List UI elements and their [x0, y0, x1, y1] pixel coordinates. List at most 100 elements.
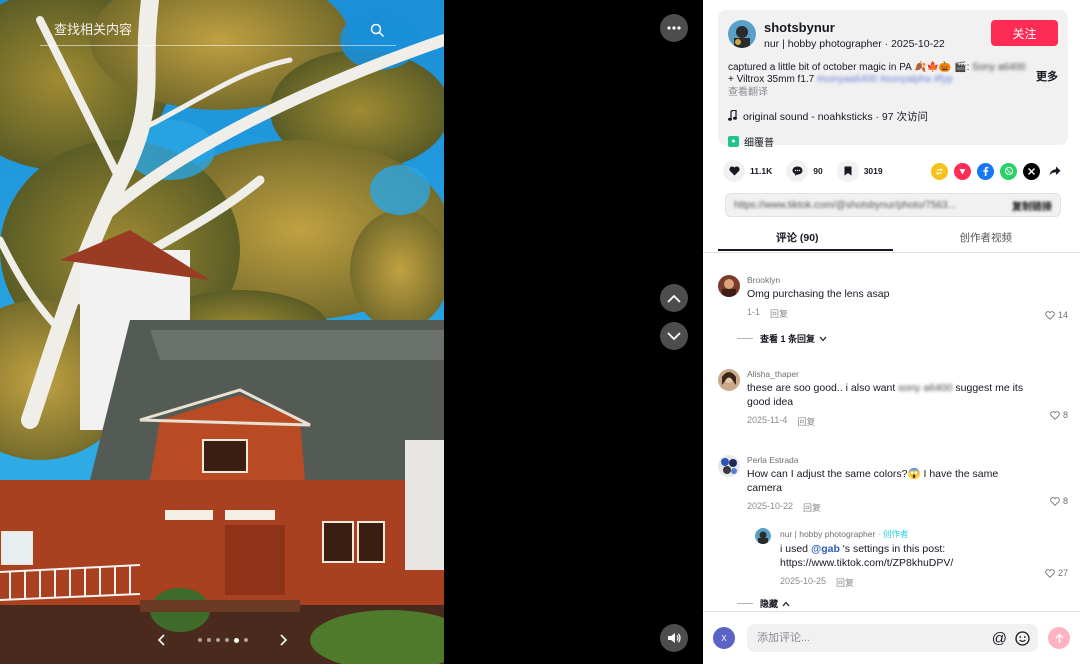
- reply-date: 2025-10-25: [780, 576, 827, 586]
- reply-button[interactable]: 回复: [797, 415, 815, 428]
- view-replies-button[interactable]: 查看 1 条回复: [737, 332, 1080, 345]
- tag-label: 细覆普: [744, 138, 774, 149]
- search-icon[interactable]: [370, 23, 384, 37]
- search-bar[interactable]: [40, 14, 396, 46]
- reply-button[interactable]: 回复: [803, 501, 821, 514]
- follow-button[interactable]: 关注: [991, 20, 1058, 46]
- comment-text: How can I adjust the same colors?😱 I hav…: [747, 468, 999, 494]
- photo-dot[interactable]: [243, 638, 248, 642]
- previous-post-button[interactable]: [660, 284, 688, 312]
- copy-link-box[interactable]: https://www.tiktok.com/@shotsbynur/photo…: [725, 193, 1061, 217]
- photo-dot-active[interactable]: [233, 637, 239, 643]
- reply-username[interactable]: nur | hobby photographer · 创作者: [780, 528, 1080, 540]
- repost-icon[interactable]: [931, 162, 948, 180]
- comment-list[interactable]: Brooklyn Omg purchasing the lens asap 1-…: [703, 268, 1080, 612]
- heart-icon: [723, 160, 745, 182]
- heart-outline-icon: [1050, 496, 1060, 506]
- creator-reply: nur | hobby photographer · 创作者 i used @g…: [755, 528, 1080, 589]
- divider-line: [737, 338, 753, 339]
- post-detail-panel: shotsbynur nur | hobby photographer · 20…: [703, 0, 1080, 664]
- next-photo-button[interactable]: [271, 628, 295, 652]
- music-label: original sound - noahksticks · 97 次访问: [743, 111, 928, 123]
- hide-replies-button[interactable]: 隐藏: [737, 597, 1080, 610]
- comment-username[interactable]: Perla Estrada: [747, 455, 1065, 465]
- chevron-left-icon: [157, 634, 165, 646]
- like-count: 11.1K: [750, 166, 773, 176]
- mention-at-icon[interactable]: @: [992, 630, 1007, 647]
- whatsapp-icon[interactable]: [1000, 162, 1017, 180]
- tab-creator-videos[interactable]: 创作者视频: [892, 227, 1080, 252]
- facebook-icon[interactable]: [977, 162, 994, 180]
- comment-username[interactable]: Brooklyn: [747, 275, 1065, 285]
- comment-like-count: 8: [1062, 410, 1068, 420]
- send-comment-button[interactable]: [1048, 627, 1070, 649]
- emoji-icon[interactable]: [1015, 630, 1030, 646]
- comment-like-button[interactable]: 8: [1050, 410, 1068, 420]
- reply-button[interactable]: 回复: [836, 576, 854, 589]
- x-twitter-icon[interactable]: [1023, 162, 1040, 180]
- location-tag[interactable]: ● 细覆普: [728, 134, 1058, 149]
- pin-icon: ●: [728, 136, 739, 147]
- comment-action[interactable]: 90: [786, 160, 823, 182]
- photo-dot[interactable]: [206, 638, 211, 642]
- author-card: shotsbynur nur | hobby photographer · 20…: [718, 10, 1068, 149]
- comment-item: Brooklyn Omg purchasing the lens asap 1-…: [703, 268, 1080, 320]
- copy-link-button[interactable]: 复制链接: [1012, 198, 1052, 213]
- next-post-button[interactable]: [660, 322, 688, 350]
- comment-blurred-text: sony a6400: [898, 382, 953, 394]
- photo-dots: [197, 637, 248, 643]
- divider-line: [737, 603, 753, 604]
- comment-input[interactable]: [757, 632, 984, 644]
- commenter-avatar[interactable]: [718, 275, 740, 297]
- more-options-button[interactable]: [660, 14, 688, 42]
- translate-link[interactable]: 查看翻译: [728, 87, 1028, 99]
- heart-outline-icon: [1045, 568, 1055, 578]
- like-action[interactable]: 11.1K: [723, 160, 772, 182]
- photo-dot[interactable]: [197, 638, 202, 642]
- comment-date: 2025-11-4: [747, 415, 788, 425]
- photo-viewer[interactable]: [0, 0, 444, 664]
- reply-like-button[interactable]: 27: [1045, 568, 1068, 578]
- search-input[interactable]: [54, 22, 370, 37]
- panel-tabs: 评论 (90) 创作者视频: [703, 227, 1080, 253]
- photo-dot[interactable]: [215, 638, 220, 642]
- reply-like-count: 27: [1057, 568, 1068, 578]
- caption-more-link[interactable]: 更多: [1036, 62, 1058, 99]
- author-info: shotsbynur nur | hobby photographer · 20…: [764, 20, 991, 50]
- current-user-avatar[interactable]: X: [713, 627, 735, 649]
- active-tab-indicator: [718, 249, 893, 251]
- caption-hashtags[interactable]: #sonyaa6400 #sonyalpha #fyp: [817, 74, 953, 85]
- comment-body: Perla Estrada How can I adjust the same …: [747, 448, 1065, 514]
- comment-meta: 2025-11-4 回复: [747, 415, 1065, 428]
- creator-reply-avatar[interactable]: [755, 528, 771, 544]
- tiktok-photo-post-page: shotsbynur nur | hobby photographer · 20…: [0, 0, 1080, 664]
- comment-input-wrap: @: [747, 624, 1038, 652]
- heart-outline-icon: [1050, 410, 1060, 420]
- comment-composer: X @: [703, 611, 1080, 664]
- music-row[interactable]: original sound - noahksticks · 97 次访问: [728, 108, 1058, 124]
- comment-like-button[interactable]: 14: [1045, 310, 1068, 320]
- comment-count: 90: [813, 166, 823, 176]
- mention-link[interactable]: @gab: [811, 543, 840, 555]
- comment-item: Perla Estrada How can I adjust the same …: [703, 448, 1080, 514]
- comment-username[interactable]: Alisha_thaper: [747, 369, 1065, 379]
- author-avatar[interactable]: [728, 20, 756, 48]
- comment-meta: 2025-10-22 回复: [747, 501, 1065, 514]
- comment-like-button[interactable]: 8: [1050, 496, 1068, 506]
- share-arrow-icon[interactable]: [1046, 163, 1063, 180]
- reply-user-label: nur | hobby photographer: [780, 529, 876, 539]
- commenter-avatar[interactable]: [718, 369, 740, 391]
- post-photo: [0, 0, 444, 664]
- chevron-right-icon: [280, 634, 288, 646]
- photo-dot[interactable]: [224, 638, 229, 642]
- volume-button[interactable]: [660, 624, 688, 652]
- commenter-avatar[interactable]: [718, 455, 740, 477]
- comment-item: Alisha_thaper these are soo good.. i als…: [703, 362, 1080, 428]
- embed-icon[interactable]: [954, 162, 971, 180]
- reply-button[interactable]: 回复: [770, 307, 788, 320]
- save-action[interactable]: 3019: [836, 160, 883, 182]
- reply-body: nur | hobby photographer · 创作者 i used @g…: [780, 528, 1080, 589]
- prev-photo-button[interactable]: [150, 628, 174, 652]
- comment-body: Alisha_thaper these are soo good.. i als…: [747, 362, 1065, 428]
- author-name[interactable]: shotsbynur: [764, 20, 991, 36]
